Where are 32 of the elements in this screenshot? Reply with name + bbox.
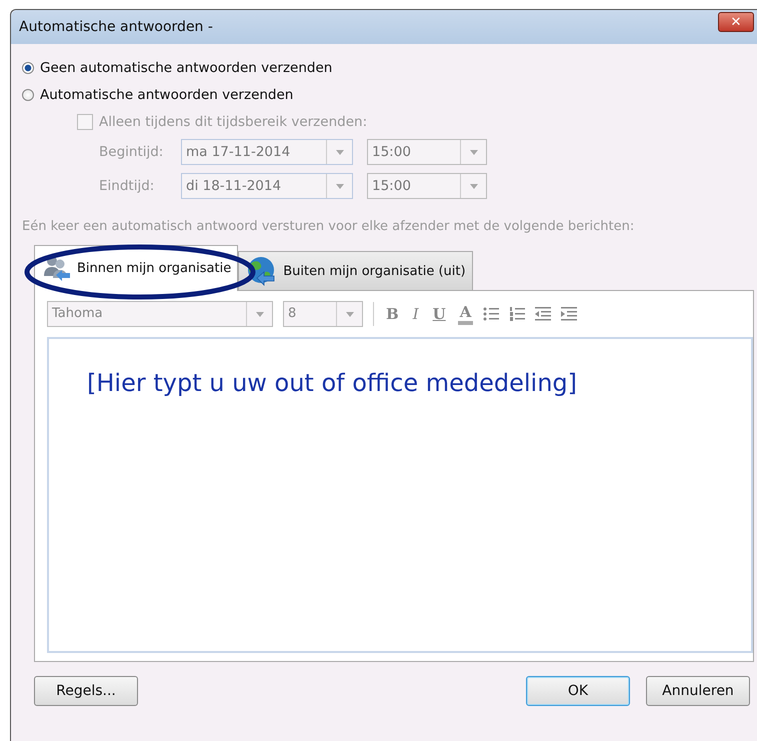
- numbered-list-icon[interactable]: [509, 306, 526, 322]
- window-title: Automatische antwoorden -: [19, 19, 213, 35]
- decrease-indent-icon[interactable]: [535, 306, 552, 322]
- radio-button[interactable]: [22, 88, 34, 100]
- message-text: [Hier typt u uw out of office mededeling]: [87, 369, 577, 397]
- dropdown-arrow-icon: [470, 184, 478, 188]
- dropdown-arrow-icon: [336, 150, 344, 154]
- radio-label[interactable]: Automatische antwoorden verzenden: [40, 86, 294, 102]
- close-button[interactable]: ✕: [718, 12, 754, 32]
- font-size-dropdown[interactable]: 8: [283, 301, 363, 327]
- bullet-list-icon[interactable]: [483, 306, 500, 322]
- cancel-button[interactable]: Annuleren: [646, 676, 750, 706]
- globe-icon: [245, 256, 278, 286]
- ok-button[interactable]: OK: [526, 676, 630, 706]
- message-editor[interactable]: [Hier typt u uw out of office mededeling]: [47, 337, 753, 653]
- increase-indent-icon[interactable]: [561, 306, 578, 322]
- dropdown-arrow-icon: [256, 312, 264, 316]
- tab[interactable]: Buiten mijn organisatie (uit): [238, 251, 473, 290]
- bold-button[interactable]: B: [384, 305, 401, 323]
- rules-button[interactable]: Regels...: [34, 676, 138, 706]
- italic-button[interactable]: I: [410, 305, 421, 323]
- field-label: Eindtijd:: [98, 178, 156, 194]
- instruction-text: Eén keer een automatisch antwoord versturen voor elke afzender met de volgende berichten:: [22, 219, 636, 234]
- dropdown-arrow-icon: [470, 150, 478, 154]
- underline-button[interactable]: U: [430, 305, 448, 323]
- radio-button[interactable]: [22, 62, 34, 74]
- font-dropdown[interactable]: Tahoma: [47, 301, 273, 327]
- font-color-button[interactable]: A: [458, 303, 474, 325]
- field-label: Begintijd:: [98, 144, 164, 160]
- dropdown-arrow-icon: [346, 312, 354, 316]
- dropdown-arrow-icon: [336, 184, 344, 188]
- radio-label[interactable]: Geen automatische antwoorden verzenden: [40, 60, 332, 76]
